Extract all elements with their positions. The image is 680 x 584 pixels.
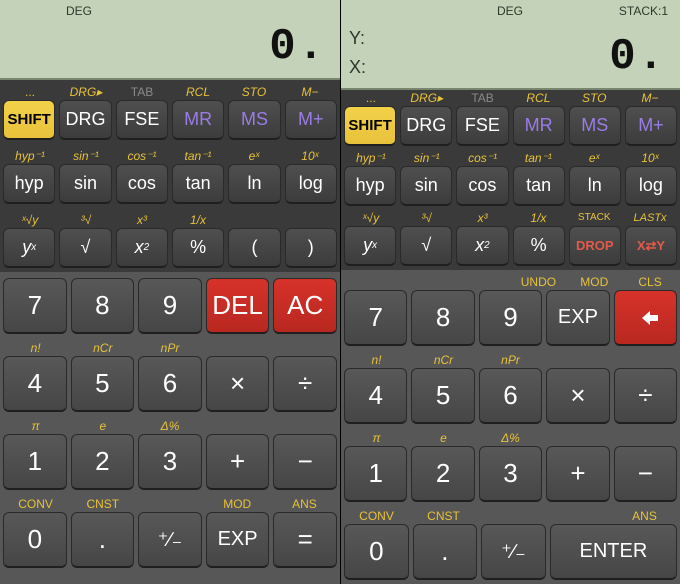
percent-button[interactable]: % <box>172 228 224 268</box>
num-5[interactable]: 5 <box>71 356 135 412</box>
shift-button[interactable]: SHIFT <box>3 100 55 140</box>
div-button[interactable]: ÷ <box>614 368 677 424</box>
ln-button[interactable]: ln <box>569 166 621 206</box>
num-2[interactable]: 2 <box>71 434 135 490</box>
log-button[interactable]: log <box>625 166 677 206</box>
calc-rpn: DEG STACK:1 Y: X: 0. ... DRG▸ TAB RCL ST… <box>340 0 680 584</box>
x-label: X: <box>349 57 366 78</box>
hyp-button[interactable]: hyp <box>344 166 396 206</box>
equals-button[interactable]: = <box>273 512 337 568</box>
num-8[interactable]: 8 <box>71 278 135 334</box>
num-9[interactable]: 9 <box>479 290 542 346</box>
sqrt-button[interactable]: √ <box>59 228 111 268</box>
rparen-button[interactable]: ) <box>285 228 337 268</box>
num-0[interactable]: 0 <box>344 524 409 580</box>
sin-button[interactable]: sin <box>59 164 111 204</box>
hints-top: ... DRG▸ TAB RCL STO M− <box>0 80 340 100</box>
num-2[interactable]: 2 <box>411 446 474 502</box>
num-8[interactable]: 8 <box>411 290 474 346</box>
drop-button[interactable]: DROP <box>569 226 621 266</box>
num-7[interactable]: 7 <box>3 278 67 334</box>
sqrt-button[interactable]: √ <box>400 226 452 266</box>
mul-button[interactable]: × <box>546 368 609 424</box>
sin-button[interactable]: sin <box>400 166 452 206</box>
lcd-display: DEG 0. <box>0 0 340 80</box>
percent-button[interactable]: % <box>513 226 565 266</box>
cos-button[interactable]: cos <box>116 164 168 204</box>
log-button[interactable]: log <box>285 164 337 204</box>
tan-button[interactable]: tan <box>172 164 224 204</box>
num-5[interactable]: 5 <box>411 368 474 424</box>
add-button[interactable]: + <box>546 446 609 502</box>
div-button[interactable]: ÷ <box>273 356 337 412</box>
mode-deg: DEG <box>66 4 92 18</box>
sub-button[interactable]: − <box>273 434 337 490</box>
exp-button[interactable]: EXP <box>546 290 609 346</box>
mode-deg: DEG <box>497 4 523 18</box>
lparen-button[interactable]: ( <box>228 228 280 268</box>
mplus-button[interactable]: M+ <box>625 106 677 146</box>
hints-top: ... DRG▸ TAB RCL STO M− <box>341 90 680 106</box>
num-9[interactable]: 9 <box>138 278 202 334</box>
display-value: 0. <box>609 32 666 82</box>
num-1[interactable]: 1 <box>3 434 67 490</box>
calc-standard: DEG 0. ... DRG▸ TAB RCL STO M− SHIFT DRG… <box>0 0 340 584</box>
mr-button[interactable]: MR <box>513 106 565 146</box>
exp-button[interactable]: EXP <box>206 512 270 568</box>
y-label: Y: <box>349 28 365 49</box>
negate-button[interactable]: ⁺∕₋ <box>138 512 202 568</box>
ms-button[interactable]: MS <box>569 106 621 146</box>
hyp-button[interactable]: hyp <box>3 164 55 204</box>
dot-button[interactable]: . <box>413 524 478 580</box>
mr-button[interactable]: MR <box>172 100 224 140</box>
num-6[interactable]: 6 <box>138 356 202 412</box>
shift-button[interactable]: SHIFT <box>344 106 396 146</box>
sub-button[interactable]: − <box>614 446 677 502</box>
xsq-button[interactable]: x2 <box>456 226 508 266</box>
lcd-display-rpn: DEG STACK:1 Y: X: 0. <box>341 0 680 90</box>
num-3[interactable]: 3 <box>138 434 202 490</box>
num-1[interactable]: 1 <box>344 446 407 502</box>
del-button[interactable]: DEL <box>206 278 270 334</box>
fse-button[interactable]: FSE <box>116 100 168 140</box>
ms-button[interactable]: MS <box>228 100 280 140</box>
stack-label: STACK:1 <box>619 4 668 18</box>
dot-button[interactable]: . <box>71 512 135 568</box>
add-button[interactable]: + <box>206 434 270 490</box>
num-3[interactable]: 3 <box>479 446 542 502</box>
num-7[interactable]: 7 <box>344 290 407 346</box>
mplus-button[interactable]: M+ <box>285 100 337 140</box>
negate-button[interactable]: ⁺∕₋ <box>481 524 546 580</box>
enter-button[interactable]: ENTER <box>550 524 677 580</box>
ypowx-button[interactable]: yx <box>344 226 396 266</box>
drg-button[interactable]: DRG <box>59 100 111 140</box>
ac-button[interactable]: AC <box>273 278 337 334</box>
ypowx-button[interactable]: yx <box>3 228 55 268</box>
ln-button[interactable]: ln <box>228 164 280 204</box>
mul-button[interactable]: × <box>206 356 270 412</box>
display-value: 0. <box>269 22 326 72</box>
drg-button[interactable]: DRG <box>400 106 452 146</box>
xsq-button[interactable]: x2 <box>116 228 168 268</box>
num-0[interactable]: 0 <box>3 512 67 568</box>
tan-button[interactable]: tan <box>513 166 565 206</box>
num-6[interactable]: 6 <box>479 368 542 424</box>
backspace-button[interactable] <box>614 290 677 346</box>
swap-button[interactable]: X⇄Y <box>625 226 677 266</box>
fse-button[interactable]: FSE <box>456 106 508 146</box>
num-4[interactable]: 4 <box>344 368 407 424</box>
cos-button[interactable]: cos <box>456 166 508 206</box>
back-arrow-icon <box>630 308 660 328</box>
num-4[interactable]: 4 <box>3 356 67 412</box>
